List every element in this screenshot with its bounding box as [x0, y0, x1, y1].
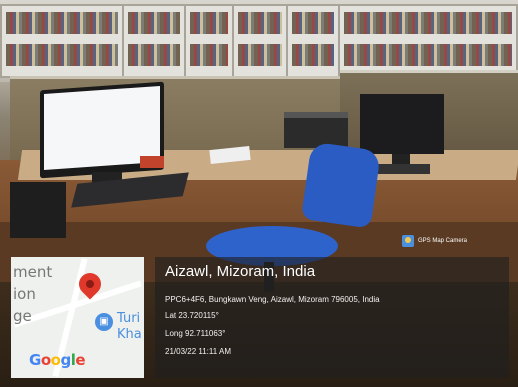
red-box [140, 156, 164, 168]
shelf [232, 4, 288, 78]
map-label: ment [13, 263, 53, 281]
datetime-text: 21/03/22 11:11 AM [165, 347, 231, 356]
right-monitor [360, 94, 444, 154]
map-label: ion [13, 285, 36, 303]
printer [10, 182, 66, 238]
printer [284, 112, 348, 148]
map-thumbnail: ment ion ge ▣ Turi Kha Google [11, 257, 144, 378]
google-logo: Google [29, 351, 86, 369]
office-photo: GPS Map Camera ment ion ge ▣ Turi Kha Go… [0, 0, 518, 387]
longitude-text: Long 92.711063° [165, 329, 226, 338]
gps-camera-badge: GPS Map Camera [402, 235, 467, 247]
latitude-text: Lat 23.720115° [165, 311, 219, 320]
shelf [338, 4, 518, 78]
keyboard [372, 164, 430, 174]
chair-backrest [300, 141, 382, 229]
location-title: Aizawl, Mizoram, India [165, 263, 316, 280]
map-label: ge [13, 307, 32, 325]
shelf [286, 4, 340, 78]
map-label: Turi [117, 311, 141, 326]
map-label: Kha [117, 327, 142, 342]
shelf [0, 4, 124, 78]
transit-icon: ▣ [95, 313, 113, 331]
address-text: PPC6+4F6, Bungkawn Veng, Aizawl, Mizoram… [165, 295, 380, 304]
gps-camera-icon [402, 235, 414, 247]
shelf [184, 4, 234, 78]
shelf [122, 4, 186, 78]
gps-camera-label: GPS Map Camera [418, 238, 468, 244]
location-info-panel: Aizawl, Mizoram, India PPC6+4F6, Bungkaw… [155, 257, 509, 378]
